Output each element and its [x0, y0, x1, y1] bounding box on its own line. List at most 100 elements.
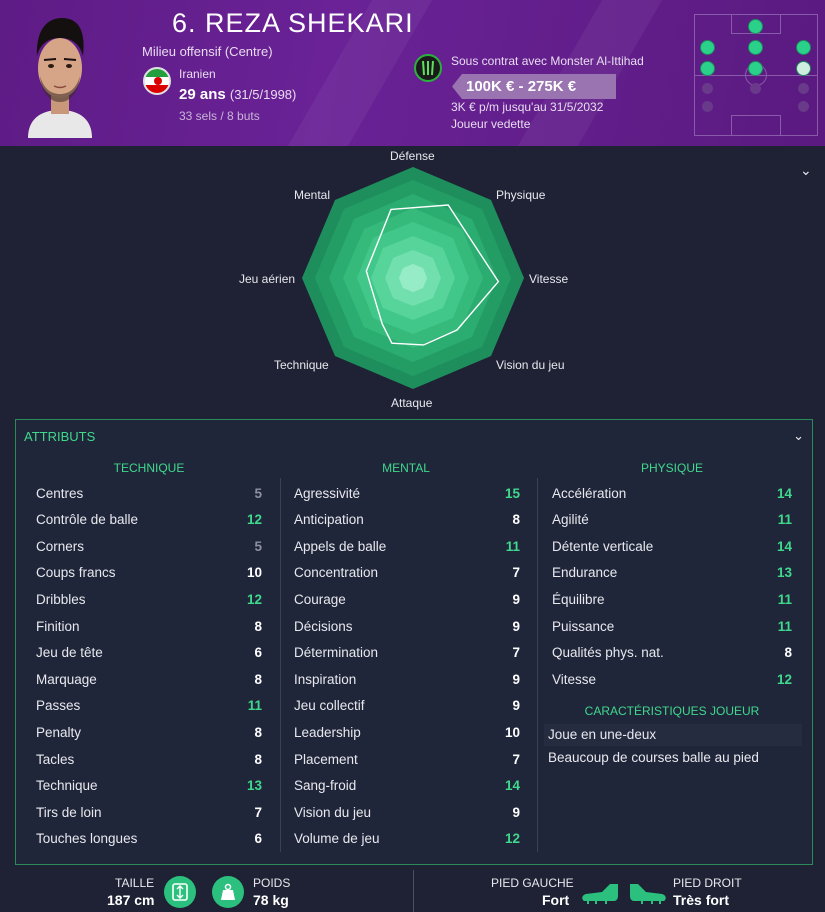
attribute-value: 7: [512, 751, 520, 767]
mental-heading: MENTAL: [382, 461, 430, 475]
attribute-row[interactable]: Accélération 14: [552, 480, 792, 506]
footer-divider: [413, 870, 414, 912]
attribute-row[interactable]: Courage 9: [294, 586, 520, 612]
radar-label-vision: Vision du jeu: [496, 358, 565, 372]
club-logo-icon[interactable]: [414, 54, 442, 82]
attribute-value: 11: [247, 698, 262, 714]
radar-label-technique: Technique: [274, 358, 329, 372]
attribute-row[interactable]: Placement 7: [294, 746, 520, 772]
player-trait[interactable]: Joue en une-deux: [544, 724, 802, 746]
chevron-down-icon[interactable]: ⌄: [793, 428, 804, 444]
weight-value: 78 kg: [253, 892, 289, 908]
attribute-row[interactable]: Sang-froid 14: [294, 773, 520, 799]
right-foot-value: Très fort: [673, 892, 730, 908]
attribute-row[interactable]: Corners 5: [36, 533, 262, 559]
attribute-value: 11: [777, 618, 792, 634]
attribute-row[interactable]: Finition 8: [36, 613, 262, 639]
attribute-value: 11: [777, 512, 792, 528]
attribute-row[interactable]: Leadership 10: [294, 719, 520, 745]
attribute-row[interactable]: Touches longues 6: [36, 826, 262, 852]
attribute-label: Centres: [36, 485, 84, 501]
radar-label-jeu-aerien: Jeu aérien: [239, 272, 296, 286]
attribute-value: 9: [512, 591, 520, 607]
attribute-row[interactable]: Dribbles 12: [36, 586, 262, 612]
attribute-row[interactable]: Détermination 7: [294, 640, 520, 666]
attribute-row[interactable]: Passes 11: [36, 693, 262, 719]
monster-claw-icon: [422, 60, 434, 76]
attribute-row[interactable]: Centres 5: [36, 480, 262, 506]
attribute-label: Qualités phys. nat.: [552, 645, 664, 661]
squad-status: Joueur vedette: [451, 117, 531, 131]
position-dot: [748, 19, 763, 34]
attribute-value: 12: [246, 512, 262, 528]
attribute-row[interactable]: Technique 13: [36, 773, 262, 799]
radar-label-mental: Mental: [294, 188, 331, 202]
position-dot-inactive: [702, 83, 713, 94]
attribute-row[interactable]: Puissance 11: [552, 613, 792, 639]
attribute-value: 6: [254, 831, 262, 847]
attribute-row[interactable]: Marquage 8: [36, 666, 262, 692]
technique-heading: TECHNIQUE: [113, 461, 185, 475]
attribute-row[interactable]: Concentration 7: [294, 560, 520, 586]
attribute-row[interactable]: Endurance 13: [552, 560, 792, 586]
attribute-label: Placement: [294, 751, 358, 767]
attributes-title: ATTRIBUTS: [24, 429, 96, 444]
attribute-label: Penalty: [36, 724, 82, 740]
position-pitch: [694, 14, 818, 136]
attribute-value: 12: [504, 831, 520, 847]
attribute-value: 6: [254, 645, 262, 661]
iran-flag-icon: [143, 67, 171, 95]
attribute-row[interactable]: Vitesse 12: [552, 666, 792, 692]
player-name: 6. REZA SHEKARI: [172, 8, 414, 38]
player-header: 6. REZA SHEKARI Milieu offensif (Centre)…: [0, 0, 825, 146]
attribute-label: Inspiration: [294, 671, 357, 687]
attribute-label: Technique: [36, 778, 98, 794]
attribute-row[interactable]: Volume de jeu 12: [294, 826, 520, 852]
left-foot-value: Fort: [542, 892, 570, 908]
attribute-row[interactable]: Tacles 8: [36, 746, 262, 772]
attribute-value: 8: [512, 512, 520, 528]
attribute-row[interactable]: Vision du jeu 9: [294, 799, 520, 825]
attribute-value: 12: [246, 591, 262, 607]
attribute-row[interactable]: Coups francs 10: [36, 560, 262, 586]
attribute-label: Appels de balle: [294, 538, 387, 554]
attribute-value: 8: [254, 671, 262, 687]
weight-label: POIDS: [253, 876, 291, 890]
attribute-label: Puissance: [552, 618, 615, 634]
attribute-row[interactable]: Décisions 9: [294, 613, 520, 639]
header-decor: [517, 0, 663, 146]
attribute-label: Vitesse: [552, 671, 597, 687]
attribute-row[interactable]: Agilité 11: [552, 507, 792, 533]
attribute-row[interactable]: Penalty 8: [36, 719, 262, 745]
attribute-label: Tacles: [36, 751, 75, 767]
attribute-row[interactable]: Agressivité 15: [294, 480, 520, 506]
radar-label-defense: Défense: [390, 149, 435, 163]
attribute-row[interactable]: Anticipation 8: [294, 507, 520, 533]
attribute-row[interactable]: Inspiration 9: [294, 666, 520, 692]
attribute-row[interactable]: Qualités phys. nat. 8: [552, 640, 792, 666]
attribute-row[interactable]: Tirs de loin 7: [36, 799, 262, 825]
attributes-panel: ATTRIBUTS ⌄ TECHNIQUE MENTAL PHYSIQUE Ce…: [15, 419, 813, 865]
attribute-label: Leadership: [294, 724, 361, 740]
attribute-row[interactable]: Jeu collectif 9: [294, 693, 520, 719]
attribute-row[interactable]: Détente verticale 14: [552, 533, 792, 559]
traits-heading: CARACTÉRISTIQUES JOUEUR: [584, 704, 760, 718]
position-dot: [700, 40, 715, 55]
chevron-down-icon[interactable]: ⌄: [800, 162, 812, 179]
left-boot-icon: [582, 884, 618, 904]
contract-info[interactable]: Sous contrat avec Monster Al-Ittihad: [451, 54, 644, 68]
attribute-value: 14: [776, 538, 792, 554]
attribute-value: 7: [512, 645, 520, 661]
attribute-row[interactable]: Appels de balle 11: [294, 533, 520, 559]
attribute-label: Jeu de tête: [36, 645, 103, 661]
attribute-row[interactable]: Équilibre 11: [552, 586, 792, 612]
attribute-row[interactable]: Contrôle de balle 12: [36, 507, 262, 533]
player-trait[interactable]: Beaucoup de courses balle au pied: [544, 747, 802, 769]
position-dot: [700, 61, 715, 76]
attribute-label: Volume de jeu: [294, 831, 380, 847]
attribute-label: Courage: [294, 591, 346, 607]
attribute-row[interactable]: Jeu de tête 6: [36, 640, 262, 666]
radar-label-physique: Physique: [496, 188, 546, 202]
attribute-value: 13: [776, 565, 792, 581]
birth-date: (31/5/1998): [229, 87, 297, 102]
